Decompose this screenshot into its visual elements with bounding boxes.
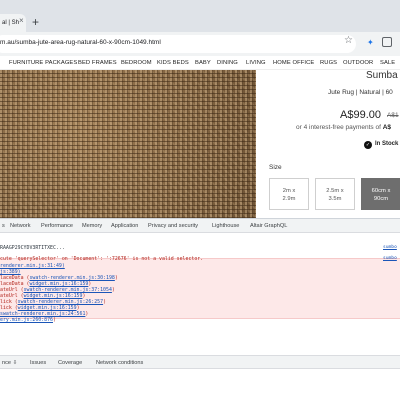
stock-status: In Stock xyxy=(375,141,399,147)
size-option-2m-x-2.9m[interactable]: 2m x 2.9m xyxy=(269,178,309,210)
browser-tab-strip: al | Sh × + xyxy=(0,0,400,32)
browser-toolbar: m.au/sumba-jute-area-rug-natural-60-x-90… xyxy=(0,32,400,56)
devtools-tab-bar: s Network Performance Memory Application… xyxy=(0,219,400,233)
devtools-tab-performance[interactable]: Performance xyxy=(41,223,73,229)
size-option-line1: 2.5m x xyxy=(326,188,344,194)
extension-box-icon[interactable] xyxy=(382,37,392,47)
nav-item-home-office[interactable]: HOME OFFICE xyxy=(273,60,314,66)
in-stock-check-icon: ✓ xyxy=(364,141,372,149)
nav-item-bedroom[interactable]: BEDROOM xyxy=(121,60,152,66)
devtools-drawer-tab-bar: nce ⇩ Issues Coverage Network conditions xyxy=(0,355,400,369)
extension-icon[interactable]: ✦ xyxy=(367,38,374,47)
stack-link[interactable]: ery.min.js:260:876 xyxy=(0,317,53,323)
console-source-link[interactable]: sumbo xyxy=(383,256,397,261)
nav-item-bed-frames[interactable]: BED FRAMES xyxy=(78,60,117,66)
console-error-line: cute 'querySelector' on 'Document': ':72… xyxy=(0,256,204,262)
nav-item-living[interactable]: LIVING xyxy=(246,60,266,66)
size-option-line2: 3.5m xyxy=(328,196,342,202)
drawer-tab-performance[interactable]: nce ⇩ xyxy=(2,360,17,366)
nav-item-furniture-packages[interactable]: FURNITURE PACKAGES xyxy=(9,60,77,66)
close-tab-icon[interactable]: × xyxy=(19,16,24,25)
size-option-line1: 2m x xyxy=(282,188,296,194)
drawer-content xyxy=(0,370,400,400)
product-title: Sumba xyxy=(366,70,398,81)
size-option-line2: 2.9m xyxy=(282,196,296,202)
bookmark-star-icon[interactable]: ☆ xyxy=(344,35,353,46)
drawer-tab-network-conditions[interactable]: Network conditions xyxy=(96,360,143,366)
afterpay-text: or 4 interest-free payments of A$ xyxy=(296,124,391,131)
size-option-60cm-x-90cm[interactable]: 60cm x 90cm xyxy=(361,178,400,210)
console-line: RAAGP29CYDV3RTITXEC... xyxy=(0,245,65,251)
url-text[interactable]: m.au/sumba-jute-area-rug-natural-60-x-90… xyxy=(0,39,161,46)
drawer-tab-coverage[interactable]: Coverage xyxy=(58,360,82,366)
nav-item-rugs[interactable]: RUGS xyxy=(320,60,337,66)
product-subtitle: Jute Rug | Natural | 60 xyxy=(328,89,393,96)
devtools-tab-privacy[interactable]: Privacy and security xyxy=(148,223,198,229)
nav-item-outdoor[interactable]: OUTDOOR xyxy=(343,60,373,66)
afterpay-amount: A$ xyxy=(382,124,392,131)
nav-item-dining[interactable]: DINING xyxy=(217,60,238,66)
site-nav: FURNITURE PACKAGES BED FRAMES BEDROOM KI… xyxy=(0,56,400,70)
new-tab-button[interactable]: + xyxy=(32,15,39,29)
address-bar[interactable]: m.au/sumba-jute-area-rug-natural-60-x-90… xyxy=(0,35,356,53)
devtools-tab-sources[interactable]: s xyxy=(2,223,5,229)
size-option-line1: 60cm x xyxy=(371,188,391,194)
devtools-tab-network[interactable]: Network xyxy=(10,223,31,229)
product-price: A$99.00 xyxy=(340,109,381,121)
product-old-price: A$1 xyxy=(387,112,399,119)
devtools-panel: s Network Performance Memory Application… xyxy=(0,218,400,400)
nav-item-kids-beds[interactable]: KIDS BEDS xyxy=(157,60,189,66)
browser-tab-title: al | Sh xyxy=(2,20,19,26)
size-option-2.5m-x-3.5m[interactable]: 2.5m x 3.5m xyxy=(315,178,355,210)
devtools-tab-memory[interactable]: Memory xyxy=(82,223,102,229)
devtools-tab-application[interactable]: Application xyxy=(111,223,138,229)
nav-item-baby[interactable]: BABY xyxy=(195,60,211,66)
size-option-line2: 90cm xyxy=(373,196,389,202)
console-source-link[interactable]: sumbo xyxy=(383,245,397,250)
devtools-tab-lighthouse[interactable]: Lighthouse xyxy=(212,223,239,229)
devtools-tab-altair[interactable]: Altair GraphQL xyxy=(250,223,287,229)
size-label: Size xyxy=(269,164,282,171)
afterpay-prefix: or 4 interest-free payments of xyxy=(296,124,383,131)
stack-line: ery.min.js:260:876) xyxy=(0,317,56,323)
drawer-tab-issues[interactable]: Issues xyxy=(30,360,46,366)
product-image[interactable] xyxy=(0,70,256,218)
console-output: RAAGP29CYDV3RTITXEC... sumbo cute 'query… xyxy=(0,234,400,364)
nav-item-sale[interactable]: SALE xyxy=(380,60,395,66)
